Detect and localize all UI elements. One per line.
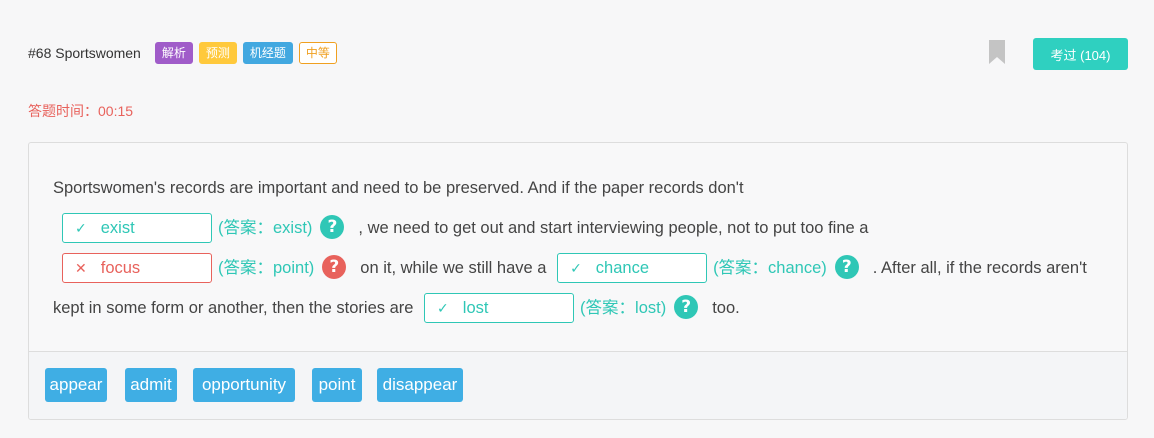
wrong-cross-icon: ✕ — [75, 259, 87, 276]
passed-count-button[interactable]: 考过 (104) — [1033, 38, 1128, 70]
passage-segment: on it, while we still have a — [360, 259, 547, 277]
word-option-point[interactable]: point — [312, 368, 362, 402]
question-header: #68 Sportswomen 解析 预测 机经题 中等 考过 (104) — [28, 38, 1128, 70]
help-question-icon[interactable]: ? — [320, 214, 345, 239]
tag-machine-question[interactable]: 机经题 — [242, 42, 293, 64]
answer-blank-4[interactable]: ✓ lost — [424, 292, 575, 323]
blank-value: lost — [462, 298, 489, 317]
answer-timer: 答题时间：00:15 — [28, 103, 134, 119]
correct-answer-1: (答案：exist) — [218, 219, 313, 237]
help-question-icon[interactable]: ? — [834, 254, 859, 279]
word-bank: appear admit opportunity point disappear — [29, 351, 1127, 419]
blank-value: exist — [100, 218, 135, 237]
question-page: #68 Sportswomen 解析 预测 机经题 中等 考过 (104) 答题… — [0, 0, 1154, 438]
passage-segment: Sportswomen's records are important and … — [53, 179, 744, 197]
passage-segment: , we need to get out and start interview… — [358, 219, 869, 237]
tag-prediction[interactable]: 预测 — [198, 42, 237, 64]
correct-check-icon: ✓ — [570, 259, 582, 276]
answer-blank-3[interactable]: ✓ chance — [557, 252, 708, 283]
help-question-icon[interactable]: ? — [322, 254, 347, 279]
passage-text: Sportswomen's records are important and … — [53, 168, 1107, 328]
bookmark-icon[interactable] — [989, 40, 1005, 64]
word-option-disappear[interactable]: disappear — [377, 368, 463, 402]
correct-check-icon: ✓ — [75, 219, 87, 236]
answer-blank-1[interactable]: ✓ exist — [62, 212, 212, 243]
help-question-icon[interactable]: ? — [674, 294, 699, 319]
correct-answer-3: (答案：chance) — [713, 259, 827, 277]
tag-difficulty: 中等 — [298, 42, 337, 64]
tag-analysis[interactable]: 解析 — [154, 42, 193, 64]
word-option-opportunity[interactable]: opportunity — [193, 368, 295, 402]
correct-answer-2: (答案：point) — [218, 259, 315, 277]
correct-answer-4: (答案：lost) — [580, 299, 667, 317]
blank-value: chance — [595, 258, 650, 277]
blank-value: focus — [100, 258, 141, 277]
word-option-appear[interactable]: appear — [45, 368, 107, 402]
word-option-admit[interactable]: admit — [125, 368, 177, 402]
passage-segment: too. — [712, 299, 740, 317]
correct-check-icon: ✓ — [437, 299, 449, 316]
passage-card: Sportswomen's records are important and … — [28, 142, 1128, 420]
question-title: #68 Sportswomen — [28, 45, 141, 61]
answer-blank-2[interactable]: ✕ focus — [62, 252, 212, 283]
